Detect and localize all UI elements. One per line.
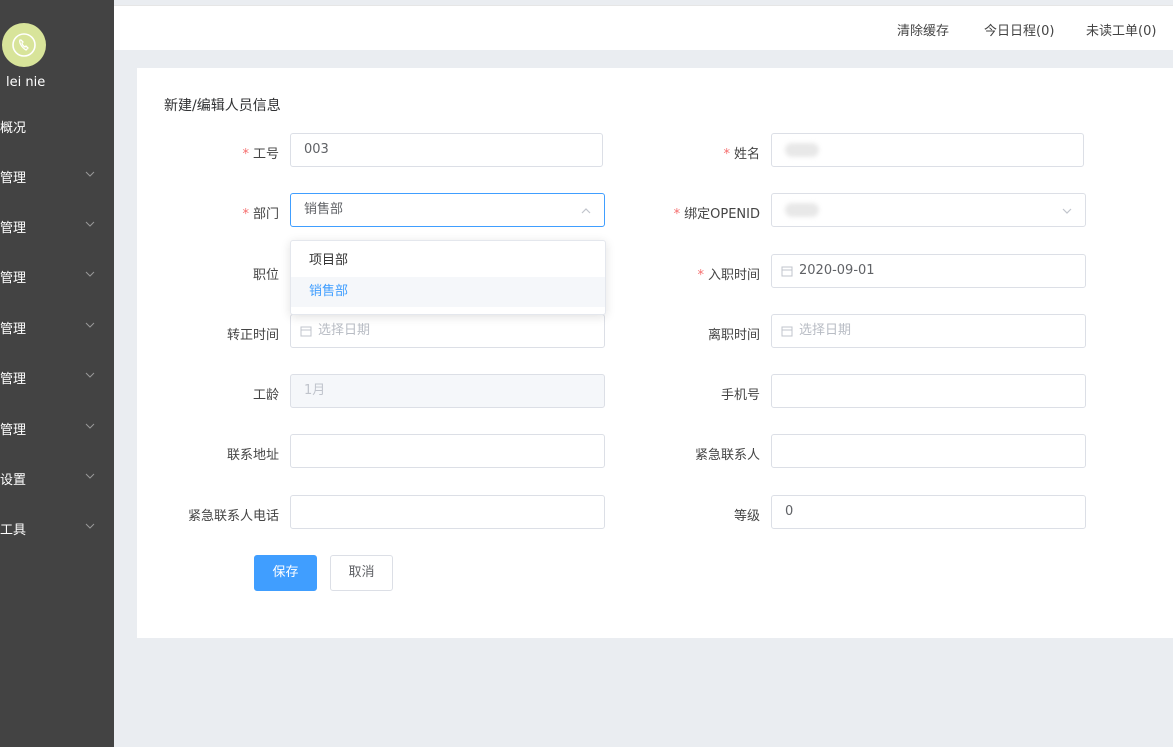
sidebar-item-label: 管理	[0, 423, 27, 438]
phone-label: 手机号	[720, 388, 760, 403]
hire-date-label: * 入职时间	[697, 268, 760, 283]
required-mark: *	[242, 207, 249, 222]
phone-input[interactable]	[771, 374, 1086, 408]
dropdown-option-sales-dept[interactable]: 销售部	[291, 277, 605, 307]
hire-date-picker[interactable]: 2020-09-01	[771, 254, 1086, 288]
page-title: 新建/编辑人员信息	[164, 98, 281, 114]
sidebar-item-management-3[interactable]: 管理	[0, 264, 114, 288]
required-mark: *	[673, 207, 681, 222]
emergency-phone-input[interactable]	[290, 495, 605, 529]
emergency-contact-label: 紧急联系人	[694, 448, 760, 463]
position-label: 职位	[252, 268, 279, 283]
cancel-button[interactable]: 取消	[330, 555, 393, 591]
today-schedule-link[interactable]: 今日日程(0)	[984, 20, 1054, 39]
seniority-input: 1月	[290, 374, 605, 408]
chevron-down-icon	[85, 322, 95, 328]
sidebar-item-management-4[interactable]: 管理	[0, 315, 114, 339]
sidebar-item-label: 管理	[0, 171, 27, 186]
openid-label: * 绑定OPENID	[673, 207, 760, 222]
sidebar: lei nie 概况 管理 管理 管理 管理 管理 管理 设置 工具	[0, 0, 114, 747]
calendar-icon	[300, 326, 312, 337]
save-button[interactable]: 保存	[254, 555, 317, 591]
department-label: * 部门	[242, 207, 279, 222]
chevron-down-icon	[85, 423, 95, 429]
redacted-value	[785, 202, 819, 217]
leave-date-picker[interactable]: 选择日期	[771, 314, 1086, 348]
required-mark: *	[697, 268, 704, 283]
employee-id-input[interactable]: 003	[290, 133, 603, 167]
sidebar-item-tools[interactable]: 工具	[0, 516, 114, 540]
sidebar-item-label: 设置	[0, 473, 27, 488]
clear-cache-link[interactable]: 清除缓存	[897, 20, 949, 39]
top-bar: 清除缓存 今日日程(0) 未读工单(0)	[114, 5, 1173, 50]
dropdown-option-project-dept[interactable]: 项目部	[291, 246, 605, 276]
address-input[interactable]	[290, 434, 605, 468]
username: lei nie	[6, 75, 46, 90]
chevron-down-icon	[1062, 208, 1072, 214]
required-mark: *	[723, 147, 730, 162]
sidebar-item-label: 管理	[0, 322, 27, 337]
emergency-contact-input[interactable]	[771, 434, 1086, 468]
sidebar-item-management-6[interactable]: 管理	[0, 416, 114, 440]
phone-icon	[12, 33, 36, 57]
chevron-up-icon	[581, 208, 591, 214]
sidebar-item-label: 管理	[0, 271, 27, 286]
chevron-down-icon	[85, 171, 95, 177]
regular-date-label: 转正时间	[226, 328, 279, 343]
level-label: 等级	[733, 509, 760, 524]
emergency-phone-label: 紧急联系人电话	[187, 509, 279, 524]
name-label: * 姓名	[723, 147, 760, 162]
sidebar-item-label: 工具	[0, 523, 27, 538]
chevron-down-icon	[85, 473, 95, 479]
sidebar-item-settings[interactable]: 设置	[0, 466, 114, 490]
department-select[interactable]: 销售部	[290, 193, 605, 227]
sidebar-item-management-1[interactable]: 管理	[0, 164, 114, 188]
chevron-down-icon	[85, 523, 95, 529]
sidebar-item-label: 管理	[0, 372, 27, 387]
leave-date-label: 离职时间	[707, 328, 760, 343]
calendar-icon	[781, 266, 793, 277]
sidebar-item-overview[interactable]: 概况	[0, 114, 114, 138]
chevron-down-icon	[85, 271, 95, 277]
sidebar-item-label: 管理	[0, 221, 27, 236]
unread-orders-link[interactable]: 未读工单(0)	[1086, 20, 1156, 39]
level-input[interactable]: 0	[771, 495, 1086, 529]
openid-select[interactable]	[771, 193, 1086, 227]
name-input[interactable]	[771, 133, 1084, 167]
regular-date-picker[interactable]: 选择日期	[290, 314, 605, 348]
employee-id-label: * 工号	[242, 147, 279, 162]
required-mark: *	[242, 147, 249, 162]
seniority-label: 工龄	[252, 388, 279, 403]
sidebar-item-label: 概况	[0, 121, 27, 136]
department-dropdown: 项目部 销售部	[290, 240, 606, 315]
sidebar-item-management-5[interactable]: 管理	[0, 365, 114, 389]
avatar[interactable]	[2, 23, 46, 67]
sidebar-item-management-2[interactable]: 管理	[0, 214, 114, 238]
chevron-down-icon	[85, 372, 95, 378]
address-label: 联系地址	[226, 448, 279, 463]
redacted-value	[785, 142, 819, 157]
calendar-icon	[781, 326, 793, 337]
chevron-down-icon	[85, 221, 95, 227]
